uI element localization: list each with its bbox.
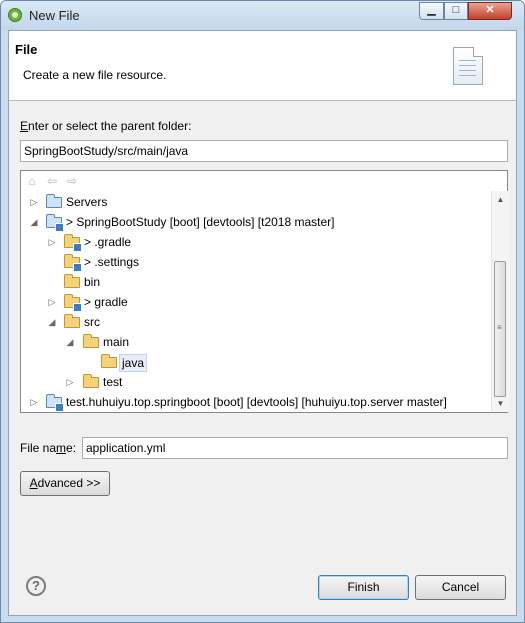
tree-item-label: main [103,335,130,349]
tree-item-test[interactable]: ▷ test [21,372,489,392]
git-overlay-icon [55,403,64,412]
folder-icon [83,374,99,388]
maximize-button[interactable]: □ [444,2,468,20]
tree-item-springbootstudy[interactable]: ◢ > SpringBootStudy [boot] [devtools] [t… [21,212,489,232]
tree-item-label: > SpringBootStudy [boot] [devtools] [t20… [66,215,335,229]
git-overlay-icon [73,243,82,252]
tree-item-src[interactable]: ◢ src [21,312,489,332]
expand-icon[interactable]: ▷ [47,292,57,312]
tree-item-huhuiyu-project[interactable]: ▷ test.huhuiyu.top.springboot [boot] [de… [21,392,489,412]
minimize-button[interactable]: ▁ [419,2,444,20]
tree-toolbar: ⌂ ⇦ ⇨ [21,171,507,191]
folder-tree[interactable]: ⌂ ⇦ ⇨ ▷ Servers ◢ > SpringBootStudy [boo… [20,170,509,413]
forward-arrow-icon[interactable]: ⇨ [65,174,79,188]
tree-item-main[interactable]: ◢ main [21,332,489,352]
scroll-thumb[interactable]: ≡ [494,261,506,397]
tree-item-servers[interactable]: ▷ Servers [21,192,489,212]
spring-app-icon [8,8,22,22]
vertical-scrollbar[interactable]: ▲ ≡ ▼ [491,191,509,412]
dialog-banner: File Create a new file resource. [9,31,516,101]
tree-item-label: Servers [66,195,108,209]
new-file-wizard-icon [453,47,483,85]
advanced-button[interactable]: Advanced >> [20,471,110,496]
tree-item-label: src [84,315,100,329]
git-overlay-icon [73,303,82,312]
folder-icon [64,274,80,288]
scroll-down-arrow-icon[interactable]: ▼ [492,395,509,412]
expand-icon[interactable]: ▷ [29,192,39,212]
git-overlay-icon [73,263,82,272]
window-title: New File [29,8,80,23]
tree-item-label: > .settings [84,255,140,269]
parent-folder-input[interactable] [20,140,508,162]
tree-item-label: > gradle [84,295,128,309]
tree-item-label: test [103,375,123,389]
collapse-icon[interactable]: ◢ [29,212,39,232]
tree-item-bin[interactable]: bin [21,272,489,292]
folder-icon [83,334,99,348]
tree-item-label: test.huhuiyu.top.springboot [boot] [devt… [66,395,447,409]
tree-item-gradle[interactable]: ▷ > gradle [21,292,489,312]
banner-title: File [15,42,38,57]
file-name-input[interactable] [82,437,508,459]
tree-item-gradle-dot[interactable]: ▷ > .gradle [21,232,489,252]
tree-item-java[interactable]: java [21,352,489,372]
project-folder-icon [46,194,62,208]
dialog-body: File Create a new file resource. Enter o… [8,30,517,616]
back-arrow-icon[interactable]: ⇦ [45,174,59,188]
folder-icon [64,314,80,328]
close-button[interactable]: ✕ [468,2,512,20]
collapse-icon[interactable]: ◢ [47,312,57,332]
collapse-icon[interactable]: ◢ [65,332,75,352]
help-icon[interactable]: ? [26,576,46,596]
cancel-button[interactable]: Cancel [415,575,506,600]
tree-item-label: bin [84,275,101,289]
git-overlay-icon [55,223,64,232]
open-folder-icon [101,354,117,368]
new-file-dialog: New File ▁ □ ✕ File Create a new file re… [0,0,525,623]
finish-button[interactable]: Finish [318,575,409,600]
banner-description: Create a new file resource. [23,68,167,82]
parent-folder-label: Enter or select the parent folder: [20,119,192,133]
tree-item-label-selected: java [119,354,148,372]
expand-icon[interactable]: ▷ [29,392,39,412]
expand-icon[interactable]: ▷ [47,232,57,252]
tree-item-label: > .gradle [84,235,132,249]
grip-icon: ≡ [497,323,502,332]
home-icon[interactable]: ⌂ [25,174,39,188]
tree-item-settings[interactable]: > .settings [21,252,489,272]
title-bar[interactable]: New File ▁ □ ✕ [1,1,524,30]
file-name-label: File name: [20,441,77,455]
expand-icon[interactable]: ▷ [65,372,75,392]
scroll-up-arrow-icon[interactable]: ▲ [492,191,509,208]
